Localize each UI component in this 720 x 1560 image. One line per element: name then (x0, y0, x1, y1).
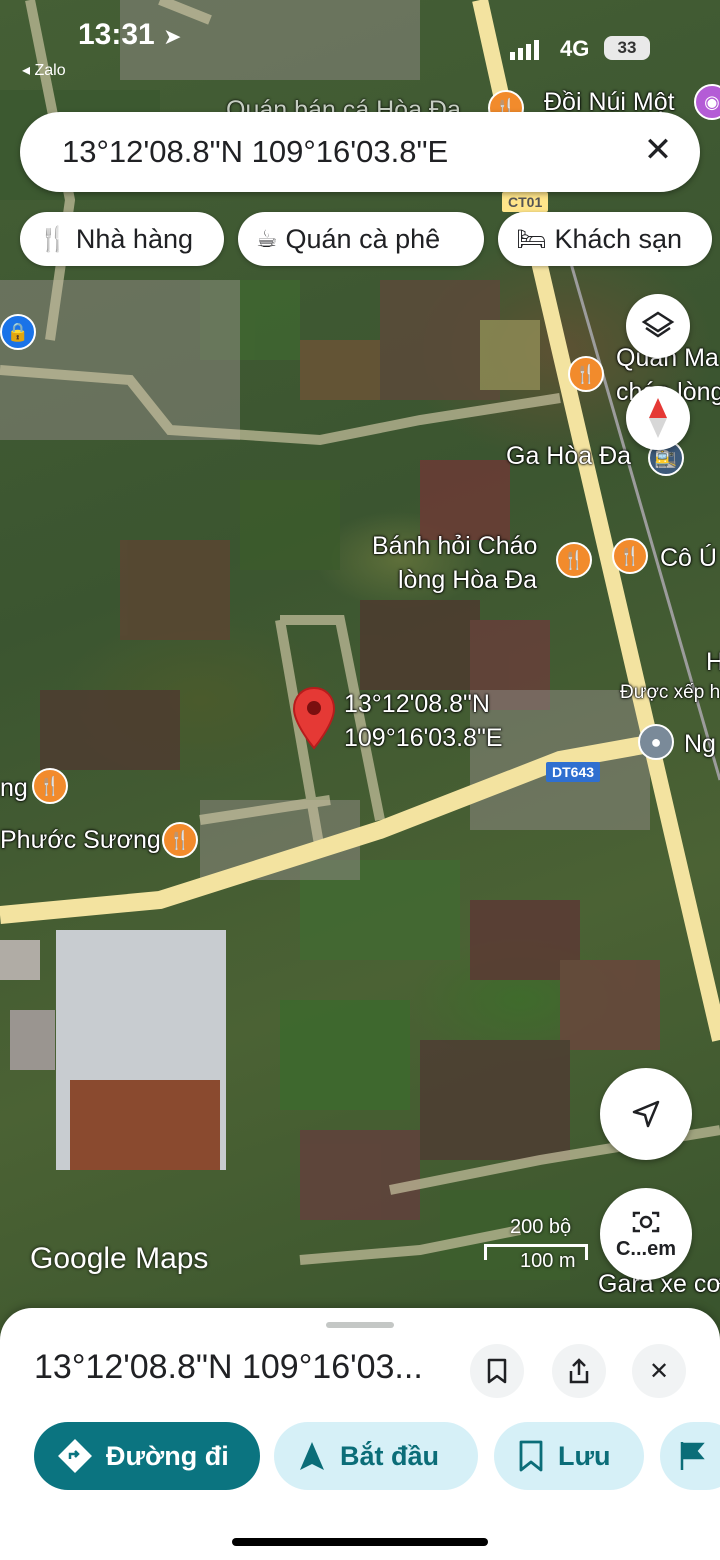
place-label-banh-hoi[interactable]: Bánh hỏi Cháo (372, 532, 537, 561)
chip-hotels[interactable]: 🛏 Khách sạn (498, 212, 712, 266)
factory-roofs (0, 930, 226, 1170)
lens-camera-button[interactable]: C...em (600, 1188, 692, 1280)
layers-button[interactable] (626, 294, 690, 358)
restaurant-icon[interactable]: 🍴 (32, 768, 68, 804)
restaurant-icon[interactable]: 🍴 (612, 538, 648, 574)
place-label-ng[interactable]: Ng (684, 730, 716, 759)
scale-meters: 100 m (520, 1250, 576, 1272)
save-button[interactable]: Lưu (494, 1422, 644, 1490)
place-label-ga-hoa-da[interactable]: Ga Hòa Đa (506, 442, 631, 471)
close-sheet-button[interactable]: ✕ (632, 1344, 686, 1398)
location-arrow-icon: ➤ (163, 24, 182, 49)
pin-label-lat: 13°12'08.8"N (344, 690, 490, 718)
bottom-sheet[interactable]: 13°12'08.8"N 109°16'03... ✕ Đường đi Bắt… (0, 1308, 720, 1560)
scale-feet: 200 bộ (510, 1216, 572, 1238)
navigation-start-icon (300, 1442, 324, 1470)
chip-restaurants-label: Nhà hàng (75, 223, 193, 254)
directions-button[interactable]: Đường đi (34, 1422, 260, 1490)
close-icon: ✕ (648, 1357, 670, 1385)
battery-icon: 33 (604, 36, 650, 60)
hotel-icon: 🛏 (516, 225, 547, 253)
directions-icon (58, 1439, 92, 1473)
google-maps-logo: Google Maps (30, 1242, 209, 1275)
bookmark-icon (487, 1358, 507, 1384)
close-icon[interactable]: ✕ (638, 130, 678, 170)
layers-icon (641, 311, 675, 338)
pin-label-lng: 109°16'03.8"E (344, 724, 503, 752)
bookmark-icon (519, 1440, 543, 1472)
camera-button-label: C...em (615, 1237, 677, 1260)
bookmark-button[interactable] (470, 1344, 524, 1398)
network-type: 4G (560, 36, 590, 61)
road-badge-ct01: CT01 (502, 192, 549, 212)
directions-label: Đường đi (106, 1440, 229, 1471)
label-button[interactable] (660, 1422, 720, 1490)
restaurant-icon[interactable]: 🍴 (556, 542, 592, 578)
place-label-co-u[interactable]: Cô Ú (660, 544, 717, 573)
flag-icon (680, 1442, 705, 1470)
battery-level: 33 (617, 38, 637, 57)
my-location-button[interactable] (600, 1068, 692, 1160)
search-bar[interactable]: 13°12'08.8"N 109°16'03.8"E ✕ (20, 112, 700, 192)
place-label-hoa-da[interactable]: lòng Hòa Đa (398, 566, 537, 595)
camera-scan-icon (632, 1211, 660, 1232)
share-button[interactable] (552, 1344, 606, 1398)
place-title: 13°12'08.8"N 109°16'03... (34, 1348, 423, 1386)
place-label-phuoc-suong[interactable]: Phước Sương (0, 826, 161, 855)
place-label-ng-left[interactable]: ng (0, 774, 28, 803)
chip-cafes-label: Quán cà phê (285, 223, 441, 254)
compass-icon (649, 398, 667, 438)
status-time-text: 13:31 (78, 18, 155, 51)
status-time: 13:31 ➤ (78, 18, 182, 52)
signal-icon (510, 40, 539, 60)
sheet-drag-handle[interactable] (326, 1322, 394, 1328)
save-label: Lưu (558, 1440, 611, 1471)
chip-restaurants[interactable]: 🍴 Nhà hàng (20, 212, 224, 266)
place-label-h: H (706, 648, 720, 676)
search-input[interactable]: 13°12'08.8"N 109°16'03.8"E (62, 134, 448, 170)
restaurant-icon[interactable]: 🍴 (162, 822, 198, 858)
start-button[interactable]: Bắt đầu (274, 1422, 478, 1490)
restaurant-icon: 🍴 (38, 225, 68, 253)
compass-button[interactable] (626, 386, 690, 450)
chip-cafes[interactable]: ☕ Quán cà phê (238, 212, 484, 266)
share-icon (569, 1358, 589, 1384)
lock-icon[interactable]: 🔒 (0, 314, 36, 350)
chip-hotels-label: Khách sạn (554, 223, 683, 254)
start-label: Bắt đầu (340, 1440, 440, 1471)
location-marker-icon[interactable]: ● (638, 724, 674, 760)
road-badge-dt643: DT643 (546, 762, 601, 782)
dropped-pin-icon[interactable] (292, 686, 336, 750)
home-indicator[interactable] (232, 1538, 488, 1546)
cafe-icon: ☕ (256, 225, 278, 253)
back-to-app-link[interactable]: ◂ Zalo (22, 60, 66, 80)
restaurant-icon[interactable]: 🍴 (568, 356, 604, 392)
place-label-rating: Được xếp h (620, 682, 720, 703)
navigation-arrow-icon (632, 1100, 660, 1128)
